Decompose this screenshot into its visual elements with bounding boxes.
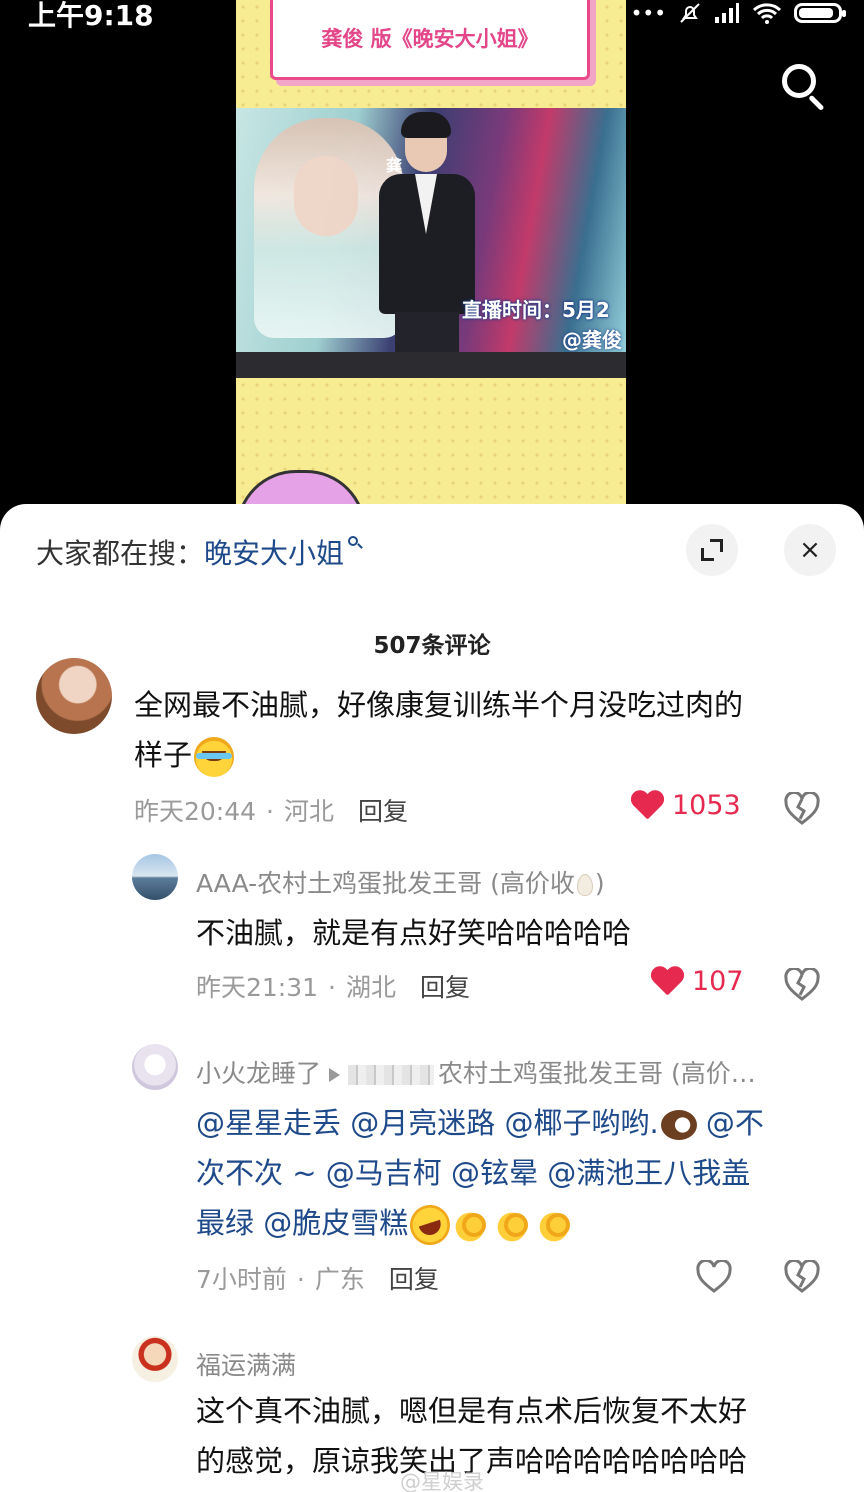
like-count: 1053 (672, 790, 741, 821)
avatar[interactable] (36, 658, 112, 734)
comment-region: 广东 (314, 1265, 365, 1294)
video-scene: 龚 直播时间：5月2 @龚俊 (236, 108, 626, 378)
battery-icon (794, 3, 846, 23)
crying-laughing-emoji-icon (194, 737, 235, 777)
comment-time: 昨天20:44 (134, 797, 257, 826)
mention-link[interactable]: @不 (706, 1106, 764, 1140)
heart-filled-icon (630, 791, 664, 821)
mention-link[interactable]: @满池王八我盖 (547, 1156, 750, 1190)
dislike-icon[interactable] (784, 792, 820, 826)
username[interactable]: AAA-农村土鸡蛋批发王哥 (高价收) (196, 864, 605, 900)
status-time: 上午9:18 (28, 0, 154, 32)
search-icon[interactable] (776, 58, 832, 114)
expand-button[interactable] (686, 524, 738, 576)
comment-meta: 昨天20:44 · 河北 回复 (134, 797, 409, 826)
comment-meta: 昨天21:31 · 湖北 回复 (196, 973, 471, 1002)
ok-hand-emoji-icon (536, 1205, 577, 1245)
hot-search-keyword[interactable]: 晚安大小姐 (204, 537, 344, 570)
live-time-caption: 直播时间：5月2 (462, 298, 610, 322)
comment-text: 不油腻，就是有点好笑哈哈哈哈哈 (196, 916, 632, 950)
comment-time: 昨天21:31 (196, 973, 319, 1002)
coconut-emoji-icon (660, 1110, 697, 1140)
comment-region: 河北 (284, 797, 335, 826)
signal-icon (715, 3, 739, 23)
comment-time: 7小时前 (196, 1265, 287, 1294)
comment-text: 这个真不油腻，嗯但是有点术后恢复不太好 的感觉，原谅我笑出了声哈哈哈哈哈哈哈哈 (196, 1394, 748, 1478)
search-icon (346, 532, 364, 552)
username[interactable]: 福运满满 (196, 1346, 296, 1382)
comment-meta: 7小时前 · 广东 回复 (196, 1265, 439, 1294)
heart-outline-icon[interactable] (696, 1260, 732, 1294)
close-button[interactable]: × (784, 524, 836, 576)
reply-arrow-icon (329, 1068, 341, 1082)
like-count: 107 (692, 966, 744, 997)
mention-link[interactable]: @马吉柯 (326, 1156, 442, 1190)
watermark: @星娱录 (400, 1470, 484, 1492)
comment-text: 全网最不油腻，好像康复训练半个月没吃过肉的 样子 (134, 680, 834, 780)
dislike-icon[interactable] (784, 1260, 820, 1294)
mention-link[interactable]: @月亮迷路 (350, 1106, 495, 1140)
video-player[interactable]: 龚俊 版《晚安大小姐》 龚 直播时间：5月2 @龚俊 上午9:18 ••• (0, 0, 864, 520)
status-bar: 上午9:18 ••• (0, 0, 864, 32)
account-caption: @龚俊 (562, 328, 622, 352)
ok-hand-emoji-icon (494, 1205, 535, 1245)
avatar[interactable] (132, 854, 178, 900)
dots-icon: ••• (630, 1, 666, 25)
reply-button[interactable]: 回复 (420, 973, 470, 1002)
close-icon: × (799, 535, 821, 565)
reply-button[interactable]: 回复 (358, 797, 408, 826)
mention-text: 次不次 ~ (196, 1156, 326, 1190)
avatar[interactable] (132, 1044, 178, 1090)
avatar[interactable] (132, 1336, 178, 1382)
like-button[interactable]: 107 (650, 966, 744, 997)
mention-link[interactable]: @铉晕 (451, 1156, 538, 1190)
mute-bell-icon (680, 3, 700, 23)
like-button[interactable]: 1053 (630, 790, 741, 821)
mention-link[interactable]: @椰子哟哟. (504, 1106, 658, 1140)
egg-icon (576, 874, 593, 896)
mention-link[interactable]: @星星走丢 (196, 1106, 341, 1140)
mention-link[interactable]: @脆皮雪糕 (263, 1206, 408, 1240)
comment-count: 507条评论 (373, 633, 491, 659)
dislike-icon[interactable] (784, 968, 820, 1002)
blurred-username (348, 1065, 435, 1085)
hot-search[interactable]: 大家都在搜：晚安大小姐 (36, 532, 364, 572)
ok-hand-emoji-icon (452, 1205, 493, 1245)
username[interactable]: 小火龙睡了 农村土鸡蛋批发王哥 (高价… (196, 1054, 756, 1090)
video-frame[interactable]: 龚俊 版《晚安大小姐》 龚 直播时间：5月2 @龚俊 (236, 0, 626, 520)
heart-filled-icon (650, 967, 684, 997)
presenter (371, 108, 481, 378)
wifi-icon (752, 3, 782, 24)
comment-text: @星星走丢 @月亮迷路 @椰子哟哟. @不 次不次 ~ @马吉柯 @铉晕 @满池… (196, 1098, 836, 1251)
rolling-laugh-emoji-icon (405, 1199, 456, 1251)
mention-text: 最绿 (196, 1206, 264, 1240)
comments-sheet: 大家都在搜：晚安大小姐 × 507条评论 全网最不油腻，好像康复训练半个月没吃过… (0, 504, 864, 1492)
sheet-header: 大家都在搜：晚安大小姐 × (0, 504, 864, 600)
comment-region: 湖北 (346, 973, 397, 1002)
reply-button[interactable]: 回复 (389, 1265, 439, 1294)
expand-icon (701, 539, 723, 561)
hot-search-label: 大家都在搜： (36, 537, 205, 570)
status-icons: ••• (630, 0, 846, 26)
